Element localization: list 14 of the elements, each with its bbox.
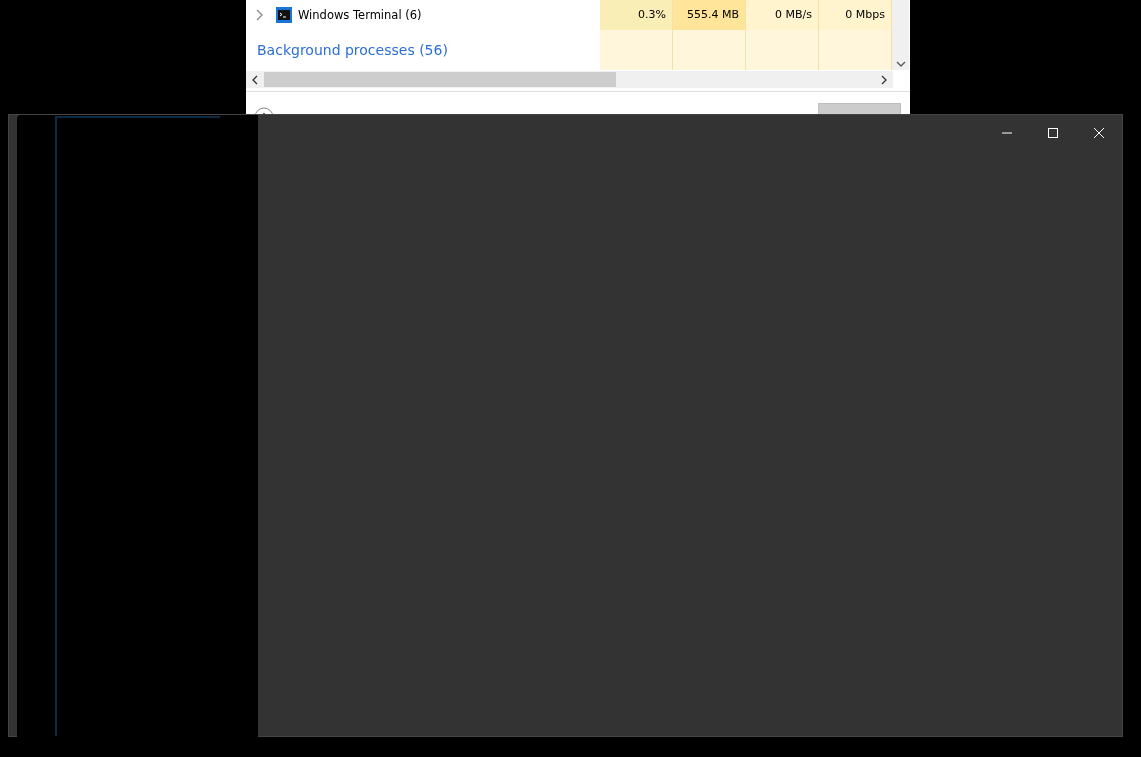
group-header[interactable]: Background processes (56) [257,42,448,58]
table-cell: 0 MB/s [746,0,819,30]
terminal-icon [276,7,292,23]
process-name: Windows Terminal (6) [298,8,422,22]
table-cell: 0.3% [600,0,673,30]
table-cell: 555.4 MB [673,0,746,30]
expand-chevron-icon[interactable] [255,9,263,21]
vertical-scrollbar[interactable] [892,0,909,70]
table-cell: 0 Mbps [819,0,892,30]
scroll-right-icon[interactable] [881,74,887,85]
collapse-icon[interactable] [254,105,274,114]
scroll-left-icon[interactable] [252,74,258,85]
horizontal-scrollbar[interactable] [246,71,893,88]
scroll-down-icon[interactable] [895,61,906,67]
